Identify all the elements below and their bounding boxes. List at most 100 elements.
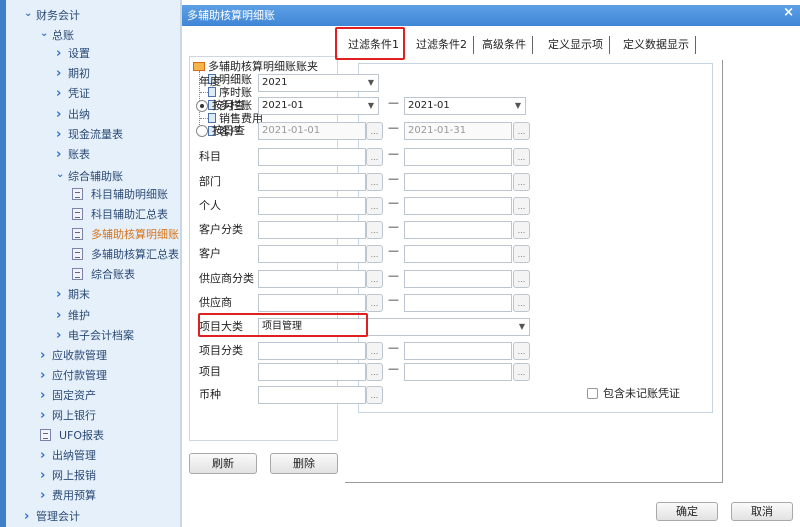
ellipsis-button[interactable]: ... xyxy=(366,270,383,288)
delete-button[interactable]: 删除 xyxy=(270,453,338,474)
day-to-field[interactable]: 2021-01-31 xyxy=(404,122,512,140)
ellipsis-button[interactable]: ... xyxy=(513,221,530,239)
sidebar-item[interactable]: › 期末 xyxy=(56,286,90,304)
range-to-field[interactable] xyxy=(404,197,512,215)
range-to-field[interactable] xyxy=(404,363,512,381)
ellipsis-button[interactable]: ... xyxy=(366,386,383,404)
sidebar-item[interactable]: › 出纳管理 xyxy=(40,447,96,465)
ellipsis-button[interactable]: ... xyxy=(513,173,530,191)
close-icon[interactable]: × xyxy=(783,5,794,20)
sidebar-item[interactable]: › 凭证 xyxy=(56,85,90,103)
sidebar-item-label: 科目辅助汇总表 xyxy=(91,208,168,221)
month-to-select[interactable]: 2021-01 ▼ xyxy=(404,97,526,115)
dropdown-arrow-icon[interactable]: ▼ xyxy=(368,98,374,114)
sidebar-item[interactable]: 多辅助核算汇总表 xyxy=(72,246,179,264)
year-select[interactable]: 2021 ▼ xyxy=(258,74,379,92)
range-from-field[interactable] xyxy=(258,221,366,239)
ellipsis-button[interactable]: ... xyxy=(366,197,383,215)
range-to-field[interactable] xyxy=(404,148,512,166)
sidebar-item[interactable]: › 电子会计档案 xyxy=(56,327,134,345)
tab-4[interactable]: 定义显示项 xyxy=(542,36,610,54)
range-from-field[interactable] xyxy=(258,173,366,191)
ellipsis-button[interactable]: ... xyxy=(513,122,530,140)
sidebar-item[interactable]: › 出纳 xyxy=(56,106,90,124)
chevron-right-icon: › xyxy=(40,347,46,363)
sidebar-item[interactable]: UFO报表 xyxy=(40,427,104,445)
sidebar-item[interactable]: › 固定资产 xyxy=(40,387,96,405)
ellipsis-button[interactable]: ... xyxy=(366,245,383,263)
currency-field[interactable] xyxy=(258,386,366,404)
ellipsis-button[interactable]: ... xyxy=(513,342,530,360)
sidebar-item[interactable]: 综合账表 xyxy=(72,266,135,284)
ellipsis-button[interactable]: ... xyxy=(366,173,383,191)
ellipsis-button[interactable]: ... xyxy=(513,270,530,288)
ellipsis-button[interactable]: ... xyxy=(366,363,383,381)
by-month-radio[interactable] xyxy=(196,100,208,112)
range-to-field[interactable] xyxy=(404,221,512,239)
range-from-field[interactable] xyxy=(258,270,366,288)
chevron-right-icon: › xyxy=(56,287,62,303)
range-dash: — xyxy=(388,269,399,282)
sidebar-item[interactable]: 科目辅助明细账 xyxy=(72,186,168,204)
refresh-button[interactable]: 刷新 xyxy=(189,453,257,474)
sidebar-item[interactable]: › 应付款管理 xyxy=(40,367,107,385)
sidebar-item[interactable]: ⌄ 综合辅助账 xyxy=(56,166,123,184)
sidebar-item[interactable]: › 网上报销 xyxy=(40,467,96,485)
ellipsis-button[interactable]: ... xyxy=(366,342,383,360)
ellipsis-button[interactable]: ... xyxy=(513,294,530,312)
cancel-button[interactable]: 取消 xyxy=(731,502,793,521)
field-label: 客户分类 xyxy=(199,223,243,236)
dialog-multi-aux-detail-ledger: 多辅助核算明细账 × 多辅助核算明细账账夹 明细账 序时账 多栏账 销售费用 客户 刷新… xyxy=(182,5,800,527)
sidebar-item[interactable]: › 维护 xyxy=(56,307,90,325)
range-from-field[interactable] xyxy=(258,245,366,263)
include-unposted-checkbox[interactable] xyxy=(587,388,598,399)
dropdown-arrow-icon[interactable]: ▼ xyxy=(368,75,374,91)
ellipsis-button[interactable]: ... xyxy=(513,245,530,263)
range-dash: — xyxy=(388,293,399,306)
tab-2[interactable]: 过滤条件2 xyxy=(410,36,474,54)
range-to-field[interactable] xyxy=(404,342,512,360)
ok-button[interactable]: 确定 xyxy=(656,502,718,521)
ellipsis-button[interactable]: ... xyxy=(366,221,383,239)
sidebar-item[interactable]: › 期初 xyxy=(56,65,90,83)
range-from-field[interactable] xyxy=(258,363,366,381)
tree-root[interactable]: 多辅助核算明细账账夹 xyxy=(193,60,318,73)
range-from-field[interactable] xyxy=(258,294,366,312)
chevron-right-icon: › xyxy=(40,488,46,504)
sidebar-item[interactable]: › 管理会计 xyxy=(24,508,80,526)
sidebar-item[interactable]: 科目辅助汇总表 xyxy=(72,206,168,224)
range-from-field[interactable] xyxy=(258,197,366,215)
ellipsis-button[interactable]: ... xyxy=(513,197,530,215)
sidebar-item-label: 设置 xyxy=(68,47,90,61)
range-from-field[interactable] xyxy=(258,148,366,166)
dropdown-arrow-icon[interactable]: ▼ xyxy=(515,98,521,114)
range-from-field[interactable] xyxy=(258,342,366,360)
range-to-field[interactable] xyxy=(404,294,512,312)
day-from-field[interactable]: 2021-01-01 xyxy=(258,122,366,140)
ellipsis-button[interactable]: ... xyxy=(366,122,383,140)
sidebar-item[interactable]: › 费用预算 xyxy=(40,487,96,505)
by-day-radio[interactable] xyxy=(196,125,208,137)
month-from-select[interactable]: 2021-01 ▼ xyxy=(258,97,379,115)
ellipsis-button[interactable]: ... xyxy=(366,148,383,166)
sidebar-item[interactable]: › 应收款管理 xyxy=(40,347,107,365)
sidebar-item[interactable]: › 设置 xyxy=(56,45,90,63)
sidebar-item[interactable]: › 账表 xyxy=(56,146,90,164)
range-to-field[interactable] xyxy=(404,270,512,288)
ellipsis-button[interactable]: ... xyxy=(513,148,530,166)
sidebar-item-label: 多辅助核算汇总表 xyxy=(91,248,179,262)
document-icon xyxy=(40,429,51,442)
range-to-field[interactable] xyxy=(404,173,512,191)
ellipsis-button[interactable]: ... xyxy=(366,294,383,312)
ellipsis-button[interactable]: ... xyxy=(513,363,530,381)
sidebar-item[interactable]: › 现金流量表 xyxy=(56,126,123,144)
range-to-field[interactable] xyxy=(404,245,512,263)
tab-5[interactable]: 定义数据显示 xyxy=(617,36,696,54)
sidebar-item[interactable]: ⌄ 总账 xyxy=(40,25,74,43)
sidebar-item[interactable]: 多辅助核算明细账 xyxy=(72,226,179,244)
tab-3[interactable]: 高级条件 xyxy=(476,36,533,54)
sidebar-item-label: 期初 xyxy=(68,67,90,81)
sidebar-item[interactable]: ⌄ 财务会计 xyxy=(24,5,80,23)
sidebar-item[interactable]: › 网上银行 xyxy=(40,407,96,425)
dropdown-arrow-icon[interactable]: ▼ xyxy=(519,319,525,335)
